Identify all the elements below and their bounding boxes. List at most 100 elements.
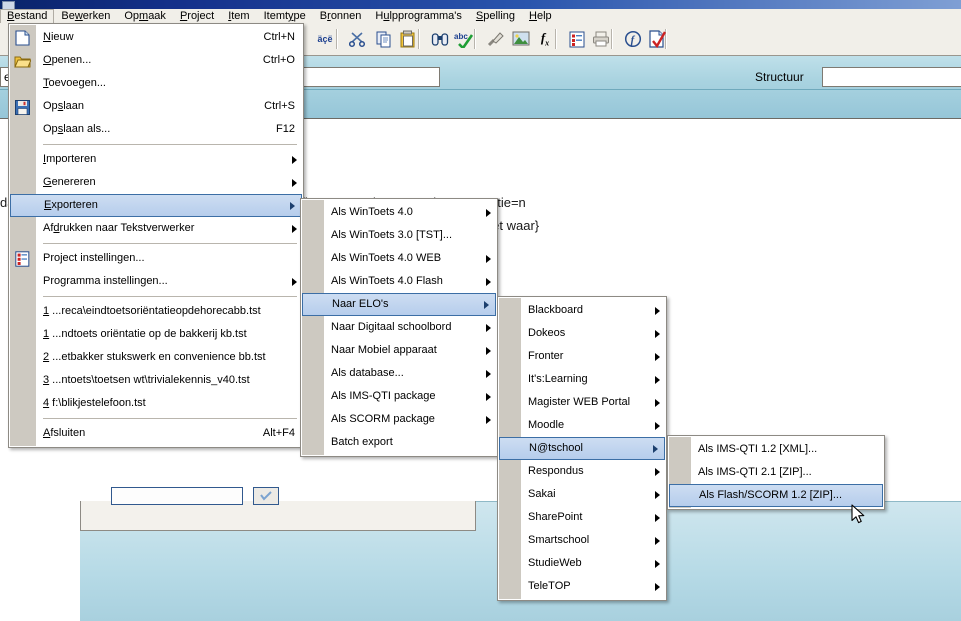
menu-item-label: N@tschool	[529, 442, 583, 454]
menubar-item-opmaak[interactable]: Opmaak	[117, 9, 173, 23]
find-button[interactable]	[428, 27, 452, 51]
menubar-item-project[interactable]: Project	[173, 9, 221, 23]
file-menu-item-opslaan[interactable]: Opslaan Ctrl+S	[9, 95, 303, 118]
file-menu-item-2-etbakker-stukswerk-en-convenience-bb-t[interactable]: 2 ...etbakker stukswerk en convenience b…	[9, 346, 303, 369]
export-check-button[interactable]	[645, 27, 669, 51]
export-menu-item-als-wintoets-3-0-tst[interactable]: Als WinToets 3.0 [TST]...	[301, 224, 497, 247]
menu-item-label: Afdrukken naar Tekstverwerker	[43, 222, 195, 234]
submenu-arrow-icon	[655, 490, 660, 499]
export-menu-item-als-wintoets-4-0-flash[interactable]: Als WinToets 4.0 Flash	[301, 270, 497, 293]
paste-icon	[399, 30, 417, 48]
elo-menu-item-sakai[interactable]: Sakai	[498, 483, 666, 506]
brush-button[interactable]	[484, 27, 508, 51]
menubar-item-bestand[interactable]: Bestand	[0, 9, 55, 24]
menu-item-label: Als database...	[331, 367, 404, 379]
menubar-item-spelling[interactable]: Spelling	[469, 9, 522, 23]
menu-item-shortcut: Ctrl+O	[262, 54, 295, 66]
menubar-item-bewerken[interactable]: Bewerken	[54, 9, 117, 23]
elo-menu-item-dokeos[interactable]: Dokeos	[498, 322, 666, 345]
elo-menu-item-it-s-learning[interactable]: It's:Learning	[498, 368, 666, 391]
cut-button[interactable]	[346, 27, 370, 51]
file-menu-item-opslaan-als[interactable]: Opslaan als... F12	[9, 118, 303, 141]
export-menu-item-naar-digitaal-schoolbord[interactable]: Naar Digitaal schoolbord	[301, 316, 497, 339]
menu-item-label: Als IMS-QTI 1.2 [XML]...	[698, 443, 818, 455]
flash-button[interactable]: f	[621, 27, 645, 51]
print-button[interactable]	[589, 27, 613, 51]
elo-menu-item-studieweb[interactable]: StudieWeb	[498, 552, 666, 575]
window-titlebar	[0, 0, 961, 12]
submenu-arrow-icon	[655, 559, 660, 568]
menubar-item-hulpprogramma-s[interactable]: Hulpprogramma's	[368, 9, 468, 23]
elo-menu-item-teletop[interactable]: TeleTOP	[498, 575, 666, 598]
menu-item-shortcut: F12	[276, 123, 295, 135]
formula-button[interactable]: fx	[533, 27, 557, 51]
elo-menu-item-respondus[interactable]: Respondus	[498, 460, 666, 483]
structure-input[interactable]	[822, 67, 961, 87]
submenu-arrow-icon	[655, 329, 660, 338]
menubar-item-item[interactable]: Item	[221, 9, 256, 23]
menu-item-shortcut: Ctrl+S	[264, 100, 295, 112]
menu-item-label: Moodle	[528, 419, 565, 431]
checklist-button[interactable]	[565, 27, 589, 51]
menubar-item-bronnen[interactable]: Bronnen	[313, 9, 369, 23]
file-menu-item-importeren[interactable]: Importeren	[9, 148, 303, 171]
submenu-arrow-icon	[655, 582, 660, 591]
elo-menu-item-sharepoint[interactable]: SharePoint	[498, 506, 666, 529]
natschool-menu-item-als-ims-qti-2-1-zip[interactable]: Als IMS-QTI 2.1 [ZIP]...	[668, 461, 884, 484]
submenu-arrow-icon	[486, 254, 491, 263]
file-menu-item-afsluiten[interactable]: Afsluiten Alt+F4	[9, 422, 303, 445]
elo-menu-item-fronter[interactable]: Fronter	[498, 345, 666, 368]
export-menu-item-als-wintoets-4-0[interactable]: Als WinToets 4.0	[301, 201, 497, 224]
elo-menu-item-magister-web-portal[interactable]: Magister WEB Portal	[498, 391, 666, 414]
file-menu: Nieuw Ctrl+N Openen... Ctrl+O Toevoegen... Op…	[8, 23, 304, 448]
export-menu-item-naar-elo-s[interactable]: Naar ELO's	[302, 293, 496, 316]
natschool-menu-item-als-flash-scorm-1-2-zip[interactable]: Als Flash/SCORM 1.2 [ZIP]...	[669, 484, 883, 507]
menu-item-label: Als WinToets 4.0 Flash	[331, 275, 443, 287]
menu-item-label: Opslaan	[43, 100, 84, 112]
export-menu-item-als-ims-qti-package[interactable]: Als IMS-QTI package	[301, 385, 497, 408]
file-menu-item-afdrukken-naar-tekstverwerker[interactable]: Afdrukken naar Tekstverwerker	[9, 217, 303, 240]
menubar-item-help[interactable]: Help	[522, 9, 559, 23]
file-menu-item-genereren[interactable]: Genereren	[9, 171, 303, 194]
copy-icon	[375, 30, 393, 48]
export-menu-item-naar-mobiel-apparaat[interactable]: Naar Mobiel apparaat	[301, 339, 497, 362]
menu-separator	[43, 418, 297, 419]
natschool-menu-item-als-ims-qti-1-2-xml[interactable]: Als IMS-QTI 1.2 [XML]...	[668, 438, 884, 461]
copy-button[interactable]	[372, 27, 396, 51]
export-submenu: Als WinToets 4.0 Als WinToets 3.0 [TST]..…	[300, 198, 498, 457]
file-menu-item-exporteren[interactable]: Exporteren	[10, 194, 302, 217]
elo-menu-item-moodle[interactable]: Moodle	[498, 414, 666, 437]
file-menu-item-programma-instellingen[interactable]: Programma instellingen...	[9, 270, 303, 293]
special-characters-button[interactable]: äçë	[313, 27, 337, 51]
file-menu-item-nieuw[interactable]: Nieuw Ctrl+N	[9, 26, 303, 49]
paste-button[interactable]	[396, 27, 420, 51]
file-menu-item-1-ndtoets-ori-ntatie-op-de-bakkerij-kb-t[interactable]: 1 ...ndtoets oriëntatie op de bakkerij k…	[9, 323, 303, 346]
image-button[interactable]	[509, 27, 533, 51]
answer-toolbar-panel	[80, 487, 476, 531]
export-menu-item-als-database[interactable]: Als database...	[301, 362, 497, 385]
submenu-arrow-icon	[655, 421, 660, 430]
elo-menu-item-smartschool[interactable]: Smartschool	[498, 529, 666, 552]
file-menu-item-4-f-blikjestelefoon-tst[interactable]: 4 f:\blikjestelefoon.tst	[9, 392, 303, 415]
file-menu-item-project-instellingen[interactable]: Project instellingen...	[9, 247, 303, 270]
export-menu-item-als-scorm-package[interactable]: Als SCORM package	[301, 408, 497, 431]
answer-check-button[interactable]	[253, 487, 279, 505]
menu-item-label: Openen...	[43, 54, 92, 66]
file-menu-item-openen[interactable]: Openen... Ctrl+O	[9, 49, 303, 72]
menu-item-label: Toevoegen...	[43, 77, 106, 89]
file-menu-item-toevoegen[interactable]: Toevoegen...	[9, 72, 303, 95]
menubar-item-itemtype[interactable]: Itemtype	[257, 9, 313, 23]
submenu-arrow-icon	[655, 306, 660, 315]
spellcheck-button[interactable]: abc	[452, 27, 476, 51]
file-menu-item-3-ntoets-toetsen-wt-trivialekennis-v40-t[interactable]: 3 ...ntoets\toetsen wt\trivialekennis_v4…	[9, 369, 303, 392]
export-menu-item-batch-export[interactable]: Batch export	[301, 431, 497, 454]
export-menu-item-als-wintoets-4-0-web[interactable]: Als WinToets 4.0 WEB	[301, 247, 497, 270]
elo-menu-item-n-tschool[interactable]: N@tschool	[499, 437, 665, 460]
file-menu-item-1-reca-eindtoetsori-ntatieopdehorecabb-t[interactable]: 1 ...reca\eindtoetsoriëntatieopdehorecab…	[9, 300, 303, 323]
menu-item-label: SharePoint	[528, 511, 583, 523]
answer-text-input[interactable]	[111, 487, 243, 505]
menu-item-label: Magister WEB Portal	[528, 396, 631, 408]
menu-item-label: Als SCORM package	[331, 413, 435, 425]
elo-menu-item-blackboard[interactable]: Blackboard	[498, 299, 666, 322]
menu-separator	[43, 296, 297, 297]
